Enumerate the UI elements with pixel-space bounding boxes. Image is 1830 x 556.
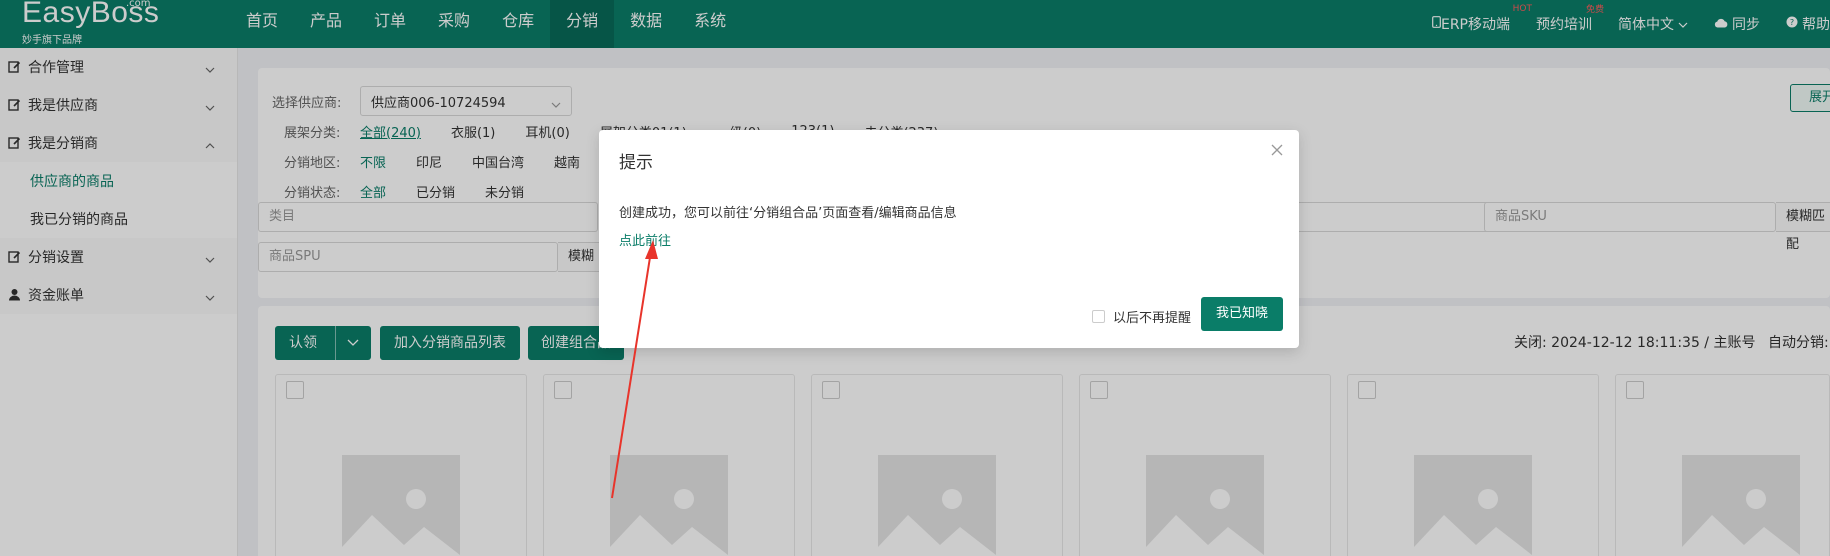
dialog-title: 提示 xyxy=(619,153,653,173)
prompt-dialog: 提示 创建成功，您可以前往‘分销组合品’页面查看/编辑商品信息 点此前往 以后不… xyxy=(599,130,1299,348)
go-here-link[interactable]: 点此前往 xyxy=(619,230,671,249)
checkbox-box[interactable] xyxy=(1091,310,1105,323)
dont-remind-label: 以后不再提醒 xyxy=(1112,311,1191,326)
dialog-message: 创建成功，您可以前往‘分销组合品’页面查看/编辑商品信息 xyxy=(619,206,957,221)
acknowledge-button[interactable]: 我已知晓 xyxy=(1201,297,1283,331)
close-icon[interactable] xyxy=(1271,144,1283,160)
dont-remind-checkbox[interactable]: 以后不再提醒 xyxy=(1091,307,1191,326)
